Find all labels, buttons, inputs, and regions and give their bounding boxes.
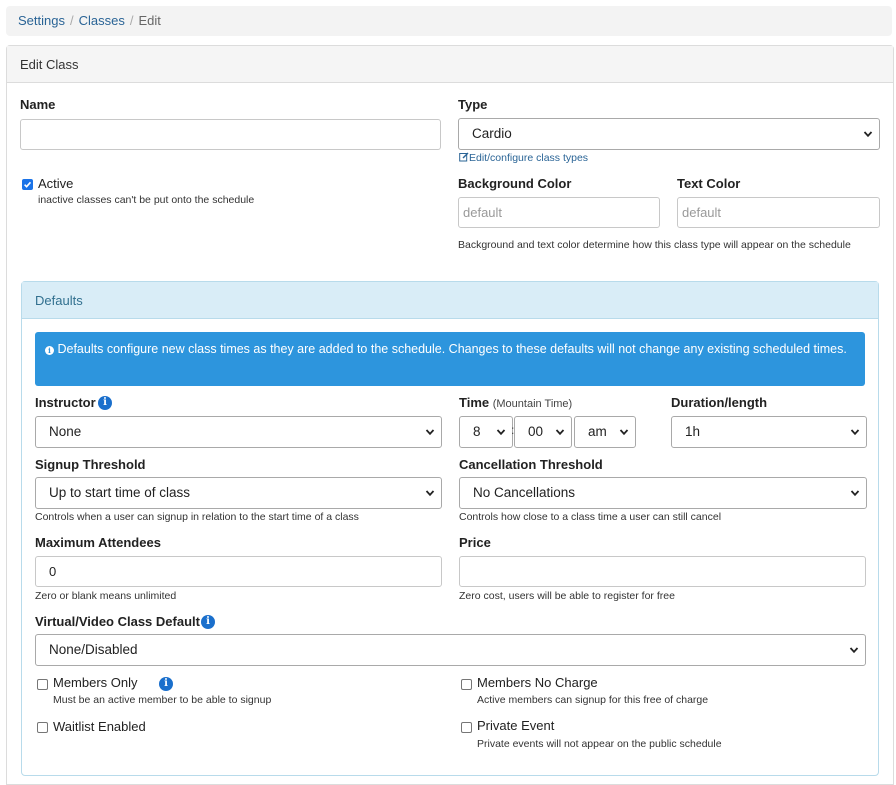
type-label: Type — [458, 97, 488, 112]
type-select-value: Cardio — [472, 126, 512, 141]
cancellation-threshold-select[interactable]: No Cancellations — [459, 477, 867, 509]
time-ampm-select[interactable]: am — [574, 416, 636, 448]
virtual-class-info-icon[interactable]: i — [201, 615, 215, 629]
background-color-input[interactable]: default — [458, 197, 660, 228]
edit-icon — [459, 152, 469, 162]
edit-class-types-label: Edit/configure class types — [469, 152, 589, 164]
checkmark-icon — [24, 181, 32, 188]
breadcrumb-current: Edit — [138, 13, 161, 28]
time-minute-select[interactable]: 00 — [514, 416, 572, 448]
maximum-attendees-input[interactable]: 0 — [35, 556, 442, 587]
text-color-input[interactable]: default — [677, 197, 880, 228]
time-hour-value: 8 — [473, 424, 481, 439]
members-no-charge-help: Active members can signup for this free … — [477, 694, 709, 706]
duration-select[interactable]: 1h — [671, 416, 867, 448]
time-label-text: Time — [459, 395, 490, 410]
defaults-alert-text: Defaults configure new class times as th… — [57, 342, 847, 356]
time-ampm-value: am — [588, 424, 607, 439]
edit-class-types-link[interactable]: Edit/configure class types — [459, 152, 588, 164]
chevron-down-icon — [863, 131, 873, 138]
name-input[interactable] — [20, 119, 441, 150]
breadcrumb-classes[interactable]: Classes — [79, 13, 125, 28]
edit-class-panel: Edit Class Name Type Cardio Edit/configu… — [6, 45, 894, 785]
instructor-info-icon[interactable]: i — [98, 396, 112, 410]
chevron-down-icon — [425, 490, 435, 497]
virtual-class-label: Virtual/Video Class Default — [35, 614, 200, 629]
members-only-label: Members Only — [53, 675, 138, 690]
background-color-label: Background Color — [458, 176, 572, 191]
private-event-label: Private Event — [477, 718, 555, 733]
active-checkbox[interactable] — [22, 179, 33, 190]
cancellation-threshold-value: No Cancellations — [473, 485, 576, 500]
members-only-info-icon[interactable]: i — [159, 677, 173, 691]
price-help: Zero cost, users will be able to registe… — [459, 590, 675, 602]
active-label: Active — [38, 176, 74, 191]
duration-select-value: 1h — [685, 424, 701, 439]
duration-label: Duration/length — [671, 395, 768, 410]
members-only-help: Must be an active member to be able to s… — [53, 694, 272, 706]
breadcrumb: Settings / Classes / Edit — [6, 6, 892, 36]
color-help: Background and text color determine how … — [458, 239, 851, 251]
chevron-down-icon — [555, 429, 565, 436]
maximum-attendees-label: Maximum Attendees — [35, 535, 161, 550]
chevron-down-icon — [850, 490, 860, 497]
private-event-checkbox[interactable] — [461, 722, 472, 733]
defaults-alert: i Defaults configure new class times as … — [35, 332, 865, 386]
price-input[interactable] — [459, 556, 866, 587]
panel-title: Edit Class — [7, 46, 893, 83]
text-color-label: Text Color — [677, 176, 741, 191]
name-label: Name — [20, 97, 56, 112]
members-no-charge-checkbox[interactable] — [461, 679, 472, 690]
signup-threshold-help: Controls when a user can signup in relat… — [35, 511, 359, 523]
instructor-select-value: None — [49, 424, 82, 439]
virtual-class-value: None/Disabled — [49, 642, 138, 657]
time-label: Time (Mountain Time) — [459, 395, 572, 410]
virtual-class-select[interactable]: None/Disabled — [35, 634, 866, 666]
time-hour-select[interactable]: 8 — [459, 416, 513, 448]
cancellation-threshold-help: Controls how close to a class time a use… — [459, 511, 722, 523]
active-help: inactive classes can't be put onto the s… — [38, 194, 255, 206]
chevron-down-icon — [849, 647, 859, 654]
members-only-checkbox[interactable] — [37, 679, 48, 690]
breadcrumb-separator: / — [69, 13, 74, 28]
price-label: Price — [459, 535, 491, 550]
instructor-select[interactable]: None — [35, 416, 442, 448]
signup-threshold-value: Up to start time of class — [49, 485, 191, 500]
defaults-panel: Defaults i Defaults configure new class … — [21, 281, 879, 776]
chevron-down-icon — [425, 429, 435, 436]
waitlist-enabled-checkbox[interactable] — [37, 722, 48, 733]
chevron-down-icon — [619, 429, 629, 436]
waitlist-enabled-label: Waitlist Enabled — [53, 719, 146, 734]
type-select[interactable]: Cardio — [458, 118, 880, 150]
breadcrumb-separator: / — [129, 13, 134, 28]
defaults-title: Defaults — [22, 282, 878, 319]
chevron-down-icon — [850, 429, 860, 436]
cancellation-threshold-label: Cancellation Threshold — [459, 457, 603, 472]
time-zone: (Mountain Time) — [492, 398, 573, 410]
private-event-help: Private events will not appear on the pu… — [477, 738, 722, 750]
instructor-label: Instructor — [35, 395, 96, 410]
signup-threshold-label: Signup Threshold — [35, 457, 146, 472]
members-no-charge-label: Members No Charge — [477, 675, 598, 690]
time-minute-value: 00 — [528, 424, 544, 439]
signup-threshold-select[interactable]: Up to start time of class — [35, 477, 442, 509]
breadcrumb-settings[interactable]: Settings — [18, 13, 65, 28]
info-icon: i — [45, 346, 54, 355]
chevron-down-icon — [496, 429, 506, 436]
maximum-attendees-help: Zero or blank means unlimited — [35, 590, 177, 602]
